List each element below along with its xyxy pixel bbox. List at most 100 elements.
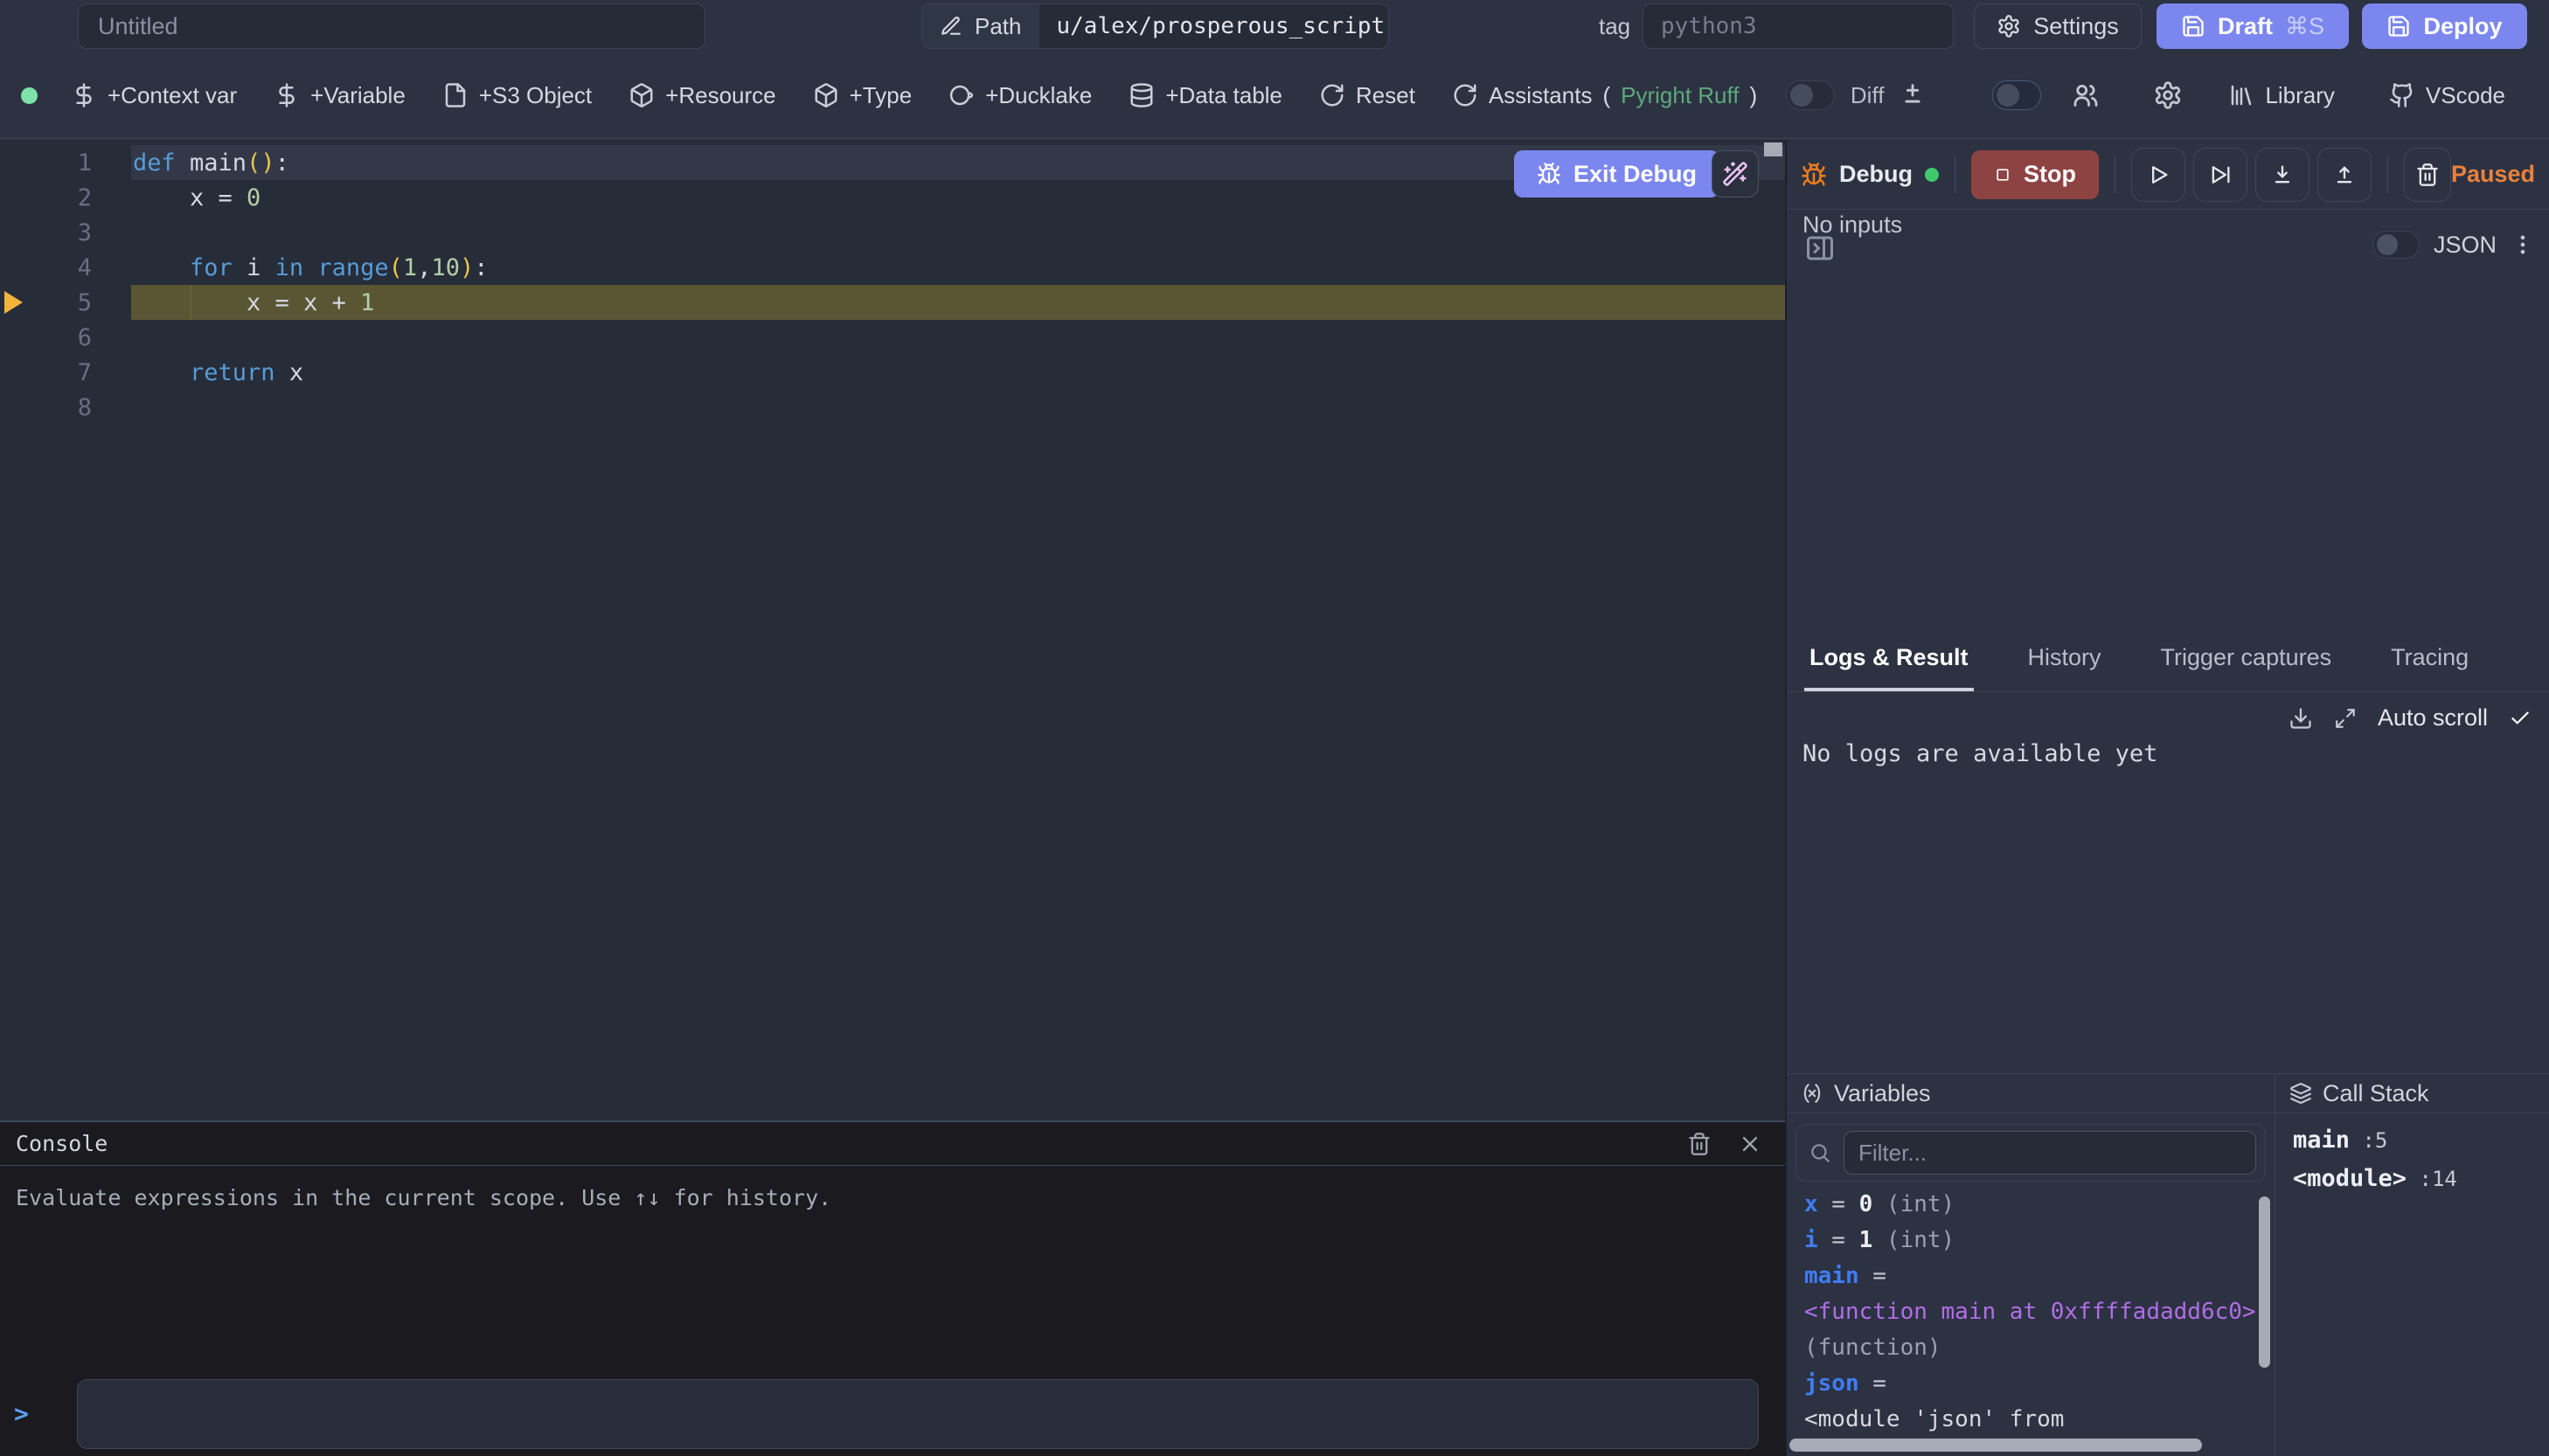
path-edit-button[interactable]: Path	[922, 4, 1039, 48]
code-text: def main():	[92, 149, 289, 177]
variable-row[interactable]: <function main at 0xffffadadd6c0>	[1804, 1294, 2275, 1330]
step-into-icon	[2270, 163, 2295, 187]
toolbar-item-assistants[interactable]: Assistants (Pyright Ruff)	[1452, 82, 1757, 109]
toolbar-item-reset[interactable]: Reset	[1319, 82, 1415, 109]
toolbar-item-data-table[interactable]: +Data table	[1129, 82, 1282, 109]
collab-toggle[interactable]	[1992, 80, 2041, 110]
tab-trigger-captures[interactable]: Trigger captures	[2156, 627, 2337, 691]
settings-button[interactable]: Settings	[1974, 3, 2142, 49]
line-number[interactable]: 2	[0, 184, 92, 211]
vscode-label: VScode	[2426, 82, 2505, 109]
toolbar-item-type[interactable]: +Type	[813, 82, 913, 109]
toolbar-item-resource[interactable]: +Resource	[629, 82, 775, 109]
continue-button[interactable]	[2131, 148, 2185, 202]
save-icon	[2181, 14, 2205, 38]
editor-scrollbar-thumb[interactable]	[1764, 142, 1782, 156]
line-number[interactable]: 1	[0, 149, 92, 177]
tag-label: tag	[1599, 3, 1630, 49]
save-icon	[2386, 14, 2411, 38]
variable-icon	[1801, 1082, 1823, 1105]
variables-callstack-section: Variables x = 0 (int)i = 1 (int)main =<f…	[1787, 1073, 2549, 1456]
line-number[interactable]: 8	[0, 394, 92, 421]
console-input[interactable]	[77, 1379, 1759, 1449]
debug-status: Paused	[2451, 161, 2535, 188]
code-line-3[interactable]: 3	[0, 215, 1785, 250]
users-icon[interactable]	[2071, 80, 2101, 110]
json-cluster: JSON	[2372, 231, 2535, 259]
line-number[interactable]: 6	[0, 324, 92, 351]
step-into-button[interactable]	[2255, 148, 2309, 202]
package-icon	[629, 82, 655, 108]
callstack-frame[interactable]: main :5	[2293, 1127, 2549, 1166]
diff-label: Diff	[1851, 82, 1885, 109]
stop-button[interactable]: Stop	[1971, 150, 2099, 199]
debug-console: Console Evaluate expressions in the curr…	[0, 1120, 1785, 1456]
variable-row[interactable]: main =	[1804, 1258, 2275, 1294]
stop-label: Stop	[2024, 161, 2076, 188]
library-button[interactable]: Library	[2228, 82, 2334, 109]
toolbar-item-ducklake[interactable]: +Ducklake	[948, 82, 1092, 109]
line-number[interactable]: 7	[0, 359, 92, 386]
check-icon[interactable]	[2509, 707, 2532, 730]
vscode-button[interactable]: VScode	[2389, 82, 2505, 109]
code-line-6[interactable]: 6	[0, 320, 1785, 355]
step-out-button[interactable]	[2317, 148, 2372, 202]
json-toggle[interactable]	[2372, 231, 2420, 259]
wand-sparkles-icon	[1722, 161, 1748, 187]
code-line-5[interactable]: 5 x = x + 1	[0, 285, 1785, 320]
toolbar-item-s3-object[interactable]: +S3 Object	[442, 82, 592, 109]
exit-debug-button[interactable]: Exit Debug	[1514, 150, 1719, 198]
ai-wand-button[interactable]	[1712, 150, 1759, 198]
logs-empty-message: No logs are available yet	[1787, 731, 2549, 767]
tab-tracing[interactable]: Tracing	[2386, 627, 2474, 691]
debug-active-dot	[1925, 168, 1939, 182]
result-tabs: Logs & Result History Trigger captures Trac…	[1787, 627, 2549, 692]
diff-toggle[interactable]	[1786, 80, 1835, 110]
clear-console-icon[interactable]	[1687, 1132, 1712, 1156]
code-line-8[interactable]: 8	[0, 390, 1785, 425]
toolbar-item-context-var[interactable]: +Context var	[71, 82, 237, 109]
code-line-7[interactable]: 7 return x	[0, 355, 1785, 390]
line-number[interactable]: 4	[0, 254, 92, 281]
variable-row[interactable]: json =	[1804, 1366, 2275, 1402]
download-logs-icon[interactable]	[2289, 706, 2313, 731]
console-hint: Evaluate expressions in the current scop…	[16, 1185, 831, 1210]
editor-settings-icon[interactable]	[2153, 80, 2183, 110]
close-console-icon[interactable]	[1738, 1132, 1762, 1156]
draft-button[interactable]: Draft ⌘S	[2157, 3, 2349, 49]
tab-logs-result[interactable]: Logs & Result	[1804, 627, 1974, 691]
gear-icon	[1997, 14, 2021, 38]
kebab-menu-icon[interactable]	[2511, 232, 2535, 257]
variable-row[interactable]: (function)	[1804, 1330, 2275, 1366]
tag-input[interactable]	[1643, 3, 1954, 49]
tab-history[interactable]: History	[2023, 627, 2107, 691]
toolbar-item-variable[interactable]: +Variable	[274, 82, 406, 109]
trash-icon	[2415, 163, 2440, 187]
variables-vscrollbar[interactable]	[2259, 1196, 2270, 1368]
logs-section: Auto scroll No logs are available yet	[1787, 692, 2549, 1073]
no-inputs-label: No inputs	[1802, 211, 1902, 238]
database-icon	[1129, 82, 1155, 108]
discard-debug-button[interactable]	[2404, 148, 2451, 202]
package-icon	[813, 82, 839, 108]
script-title-input[interactable]	[78, 3, 705, 49]
variable-row[interactable]: <module 'json' from	[1804, 1402, 2275, 1438]
line-number[interactable]: 3	[0, 219, 92, 246]
variable-row[interactable]: x = 0 (int)	[1804, 1187, 2275, 1223]
divider	[2387, 156, 2388, 193]
callstack-frame[interactable]: <module> :14	[2293, 1166, 2549, 1204]
variables-filter-input[interactable]	[1844, 1131, 2256, 1175]
deploy-label: Deploy	[2423, 13, 2502, 40]
debug-title: Debug	[1801, 161, 1939, 188]
step-over-button[interactable]	[2193, 148, 2247, 202]
variables-header: Variables	[1787, 1074, 2275, 1113]
variables-hscrollbar[interactable]	[1789, 1439, 2202, 1452]
variable-row[interactable]: i = 1 (int)	[1804, 1223, 2275, 1258]
deploy-button[interactable]: Deploy	[2362, 3, 2527, 49]
diff-icon[interactable]	[1898, 80, 1927, 110]
library-icon	[2228, 82, 2254, 108]
expand-logs-icon[interactable]	[2334, 707, 2357, 730]
path-group[interactable]: Path u/alex/prosperous_script	[921, 3, 1389, 49]
code-editor[interactable]: 1def main():2 x = 034 for i in range(1,1…	[0, 140, 1785, 1120]
code-line-4[interactable]: 4 for i in range(1,10):	[0, 250, 1785, 285]
